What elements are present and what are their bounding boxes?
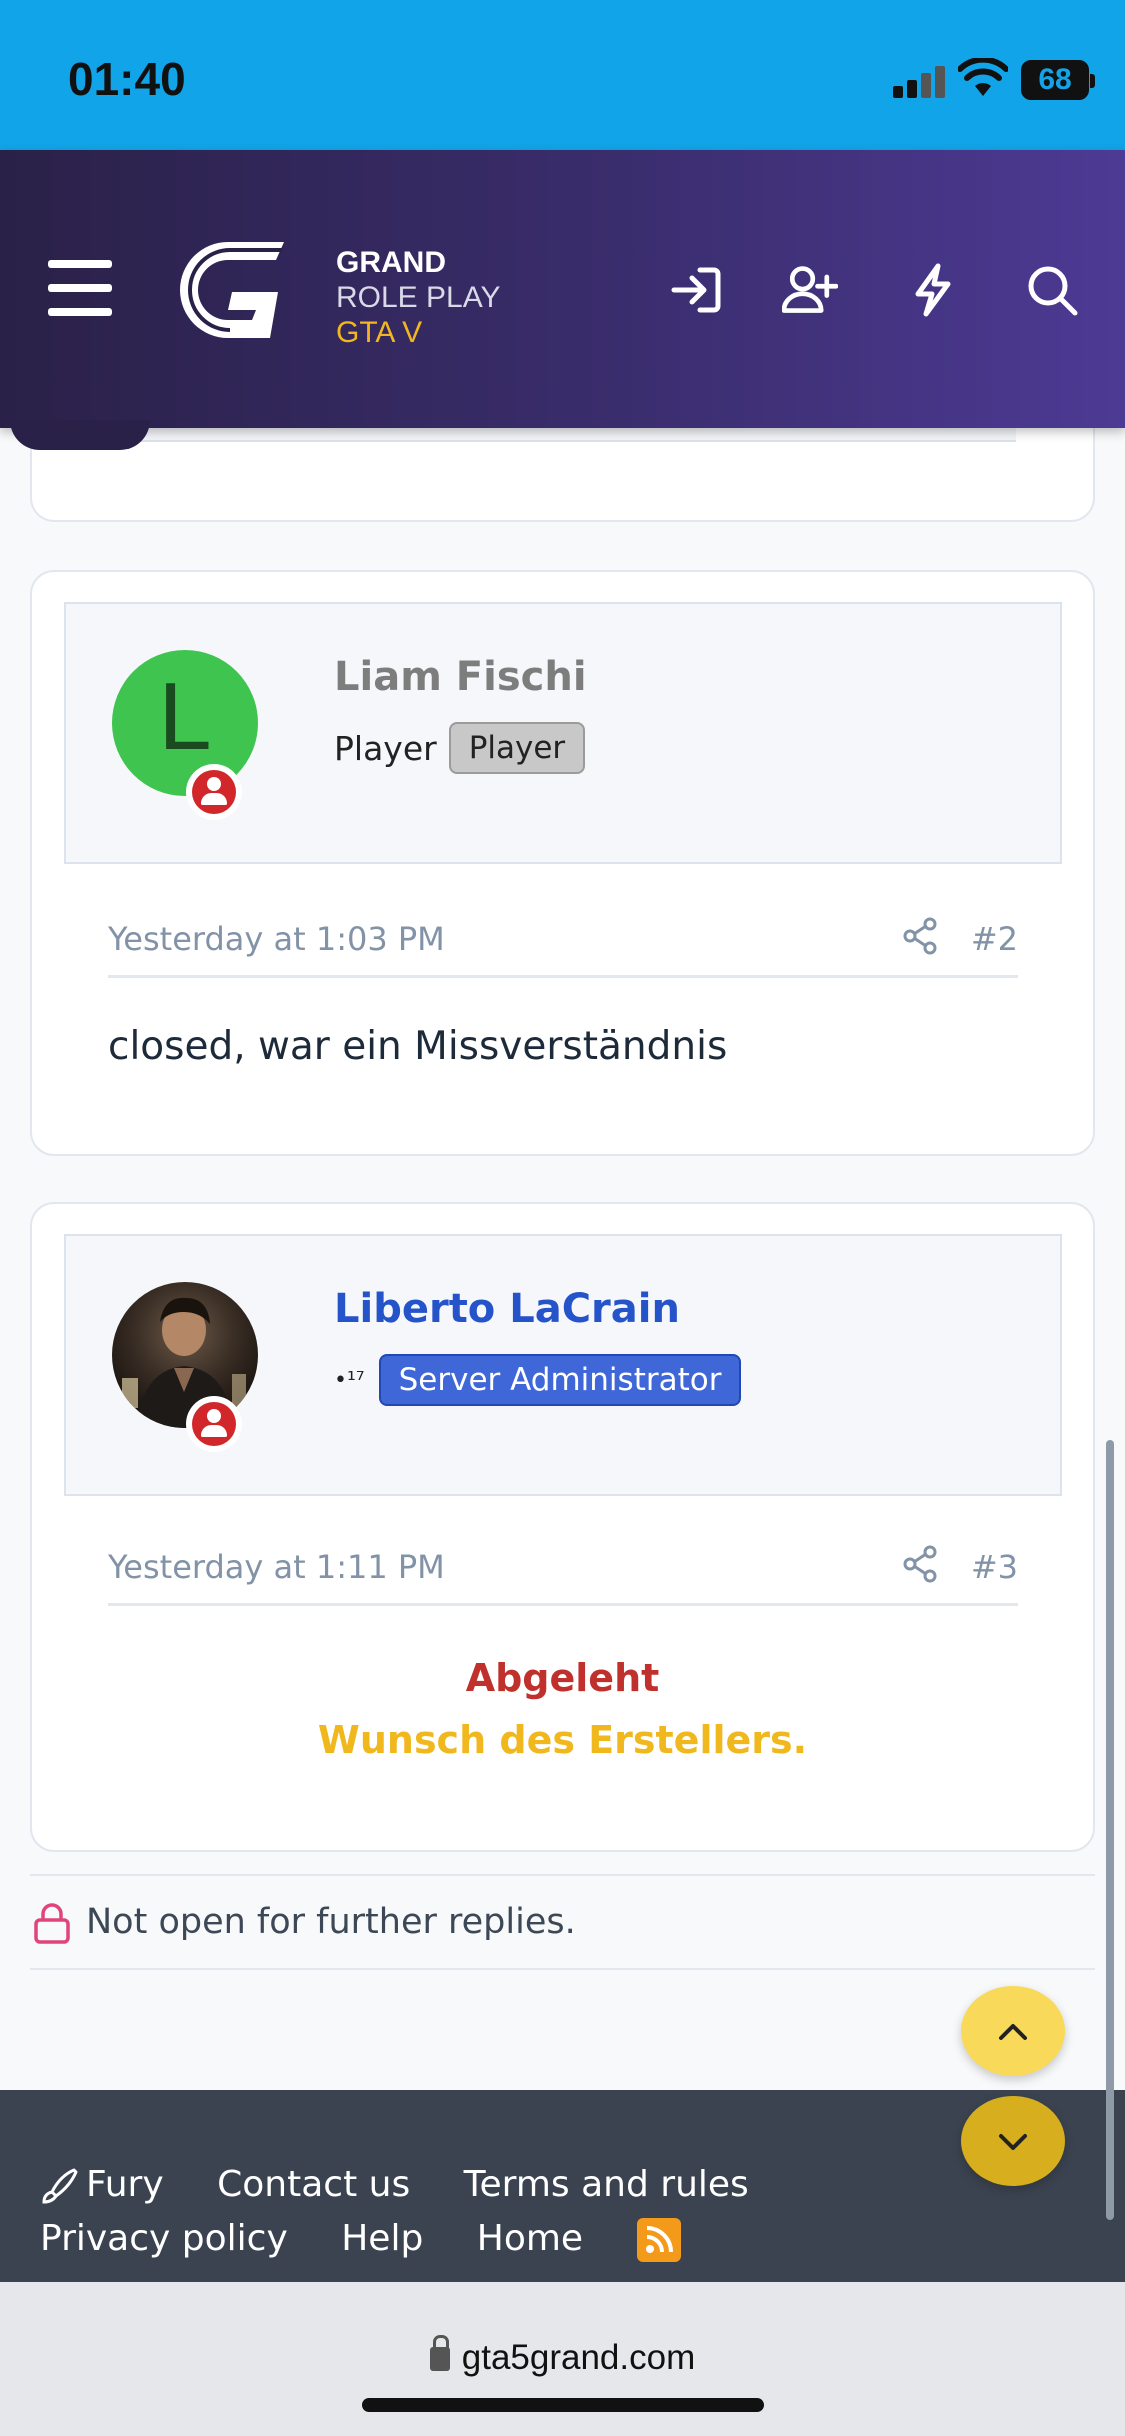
- post-date[interactable]: Yesterday at 1:03 PM: [108, 920, 445, 958]
- quote-box: [112, 428, 1016, 442]
- logo-icon[interactable]: [166, 230, 294, 348]
- browser-address-bar[interactable]: gta5grand.com: [0, 2282, 1125, 2436]
- url-text: gta5grand.com: [461, 2338, 696, 2377]
- footer-link-home[interactable]: Home: [477, 2212, 583, 2266]
- lock-icon: [34, 1903, 70, 1944]
- online-status-icon: [186, 1396, 242, 1452]
- post-card: Liberto LaCrain •¹⁷ Server Administrator…: [30, 1202, 1095, 1852]
- post-meta: Yesterday at 1:03 PM #2: [108, 917, 1018, 978]
- lock-icon: [429, 2335, 450, 2371]
- post-user-block: Liberto LaCrain •¹⁷ Server Administrator: [64, 1234, 1062, 1496]
- status-time: 01:40: [68, 53, 186, 105]
- whats-new-icon[interactable]: [904, 262, 960, 318]
- user-title-row: Player Player: [334, 722, 586, 774]
- rss-icon[interactable]: [636, 2218, 681, 2262]
- post-card: L Liam Fischi Player Player Yesterday at…: [30, 570, 1095, 1156]
- site-footer: Fury Contact us Terms and rules Privacy …: [0, 2090, 1125, 2282]
- paint-brush-icon: [42, 2168, 78, 2204]
- footer-links: Fury Contact us Terms and rules Privacy …: [40, 2158, 1090, 2266]
- logo-line2: ROLE PLAY: [336, 281, 501, 314]
- footer-link-help[interactable]: Help: [341, 2212, 423, 2266]
- share-icon[interactable]: [900, 1544, 940, 1584]
- locked-notice: Not open for further replies.: [30, 1874, 1095, 1970]
- logo-line1: GRAND: [336, 246, 446, 279]
- menu-icon[interactable]: [48, 260, 112, 316]
- footer-link-terms[interactable]: Terms and rules: [464, 2158, 749, 2212]
- post-user-block: L Liam Fischi Player Player: [64, 602, 1062, 864]
- username[interactable]: Liam Fischi: [334, 654, 587, 700]
- user-title: Player: [334, 728, 437, 768]
- post-meta: Yesterday at 1:11 PM #3: [108, 1545, 1018, 1606]
- cellular-signal-icon: [893, 64, 945, 98]
- scroll-to-bottom-button[interactable]: [961, 2096, 1065, 2186]
- avatar-letter: L: [158, 663, 212, 770]
- post-content-status: Abgeleht: [465, 1656, 660, 1700]
- footer-link-contact[interactable]: Contact us: [217, 2158, 410, 2212]
- post-number[interactable]: #2: [971, 920, 1018, 958]
- site-header: GRAND ROLE PLAY GTA V: [0, 150, 1125, 450]
- logo-line3: GTA V: [336, 316, 423, 349]
- online-status-icon: [186, 764, 242, 820]
- footer-link-style-label: Fury: [86, 2164, 164, 2205]
- scrollbar[interactable]: [1106, 1440, 1114, 2220]
- user-title: •¹⁷: [334, 1367, 365, 1393]
- search-icon[interactable]: [1024, 262, 1080, 318]
- wifi-icon: [958, 58, 1008, 96]
- url-display[interactable]: gta5grand.com: [0, 2335, 1125, 2378]
- user-banner: Player: [448, 722, 586, 774]
- footer-link-style[interactable]: Fury: [40, 2158, 164, 2212]
- locked-notice-text: Not open for further replies.: [86, 1902, 576, 1942]
- user-title-row: •¹⁷ Server Administrator: [334, 1354, 742, 1406]
- post-content-reason: Wunsch des Erstellers.: [317, 1718, 808, 1762]
- home-indicator[interactable]: [362, 2398, 764, 2412]
- login-icon[interactable]: [668, 262, 724, 318]
- post-number[interactable]: #3: [971, 1548, 1018, 1586]
- header-shadow: [10, 420, 150, 450]
- username[interactable]: Liberto LaCrain: [334, 1286, 680, 1332]
- battery-icon: 68: [1021, 60, 1095, 100]
- user-banner: Server Administrator: [378, 1354, 742, 1406]
- share-icon[interactable]: [900, 916, 940, 956]
- post-content: closed, war ein Missverständnis: [108, 1024, 728, 1069]
- chevron-down-icon: [999, 2134, 1027, 2150]
- scroll-to-top-button[interactable]: [961, 1986, 1065, 2076]
- register-icon[interactable]: [782, 262, 838, 318]
- chevron-up-icon: [999, 2024, 1027, 2040]
- footer-link-privacy[interactable]: Privacy policy: [40, 2212, 288, 2266]
- post-date[interactable]: Yesterday at 1:11 PM: [108, 1548, 445, 1586]
- logo-text[interactable]: GRAND ROLE PLAY GTA V: [336, 245, 501, 350]
- status-bar: 01:40 68: [0, 0, 1125, 150]
